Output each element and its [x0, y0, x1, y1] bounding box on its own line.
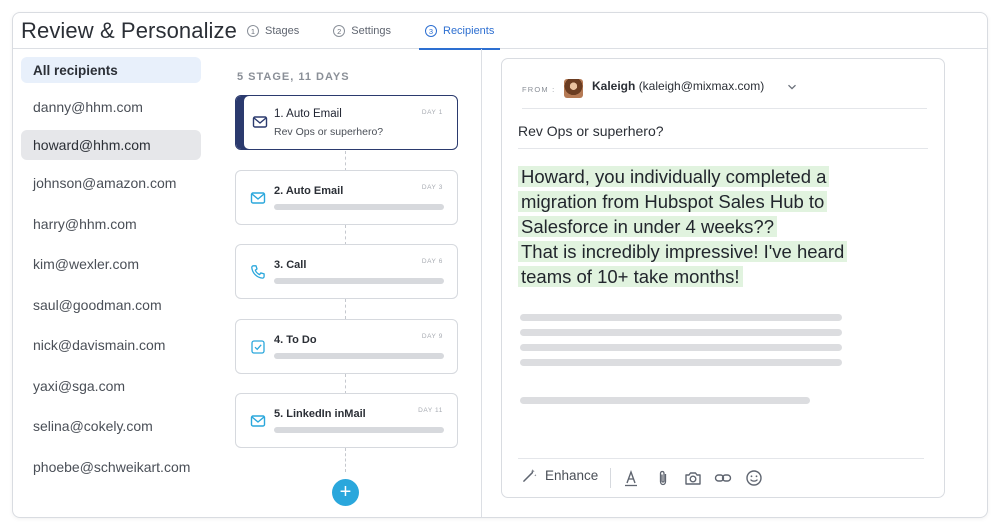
stage-day: DAY 1: [421, 109, 443, 116]
recipient-item[interactable]: johnson@amazon.com: [21, 169, 201, 197]
stage-day: DAY 9: [421, 333, 443, 340]
link-icon[interactable]: [714, 469, 732, 487]
avatar: [564, 79, 583, 98]
stage-connector: [345, 374, 346, 394]
from-label: FROM :: [522, 85, 556, 94]
mail-icon: [250, 415, 266, 427]
editor-toolbar: Enhance: [518, 458, 924, 494]
placeholder-line: [520, 329, 842, 336]
body-line: Salesforce in under 4 weeks??: [518, 216, 777, 237]
stage-connector: [345, 225, 346, 245]
stage-column: 5 STAGE, 11 DAYS 1. Auto Email Rev Ops o…: [231, 57, 461, 506]
add-stage-button[interactable]: +: [332, 479, 359, 506]
tab-label: Stages: [265, 25, 300, 37]
recipient-item-selected[interactable]: howard@hhm.com: [21, 130, 201, 160]
camera-icon[interactable]: [684, 469, 702, 487]
stage-card-1[interactable]: 1. Auto Email Rev Ops or superhero? DAY …: [235, 95, 458, 150]
placeholder-bar: [274, 353, 444, 359]
stage-day: DAY 6: [421, 258, 443, 265]
body-line: That is incredibly impressive! I've hear…: [518, 241, 848, 262]
paperclip-icon[interactable]: [654, 469, 672, 487]
tab-recipients[interactable]: 3 Recipients: [418, 13, 501, 50]
mail-icon: [252, 116, 268, 128]
tab-settings[interactable]: 2 Settings: [331, 13, 393, 49]
recipient-item[interactable]: kim@wexler.com: [21, 250, 201, 278]
placeholder-bar: [274, 427, 444, 433]
step-number: 1: [247, 25, 259, 37]
stage-subject: Rev Ops or superhero?: [274, 126, 384, 138]
placeholder-line: [520, 314, 842, 321]
email-preview: FROM : Kaleigh (kaleigh@mixmax.com) Rev …: [501, 58, 945, 498]
chevron-down-icon[interactable]: [786, 81, 798, 93]
tab-bar: 1 Stages 2 Settings 3 Recipients: [245, 13, 526, 50]
sender-name: Kaleigh: [592, 79, 636, 93]
stage-day: DAY 11: [418, 407, 443, 414]
stage-title: 1. Auto Email: [274, 108, 342, 120]
recipient-item[interactable]: nick@davismain.com: [21, 331, 201, 359]
header: Review & Personalize 1 Stages 2 Settings…: [13, 13, 987, 50]
placeholder-line: [520, 359, 842, 366]
enhance-button[interactable]: Enhance: [522, 468, 598, 483]
app-window: Review & Personalize 1 Stages 2 Settings…: [12, 12, 988, 518]
stage-connector: [345, 448, 346, 472]
stage-card-4[interactable]: 4. To Do DAY 9: [235, 319, 458, 374]
text-format-icon[interactable]: [622, 469, 640, 487]
placeholder-line: [520, 397, 810, 404]
stage-title: 4. To Do: [274, 334, 317, 346]
stage-day: DAY 3: [421, 184, 443, 191]
phone-icon: [251, 265, 265, 279]
recipient-item[interactable]: yaxi@sga.com: [21, 372, 201, 400]
stage-title: 5. LinkedIn inMail: [274, 408, 366, 420]
emoji-icon[interactable]: [745, 469, 763, 487]
enhance-label: Enhance: [545, 468, 599, 483]
tab-stages[interactable]: 1 Stages: [245, 13, 301, 49]
recipient-item[interactable]: saul@goodman.com: [21, 291, 201, 319]
recipient-item[interactable]: harry@hhm.com: [21, 210, 201, 238]
mail-icon: [250, 192, 266, 204]
stage-connector: [345, 151, 346, 171]
recipient-item[interactable]: phoebe@schweikart.com: [21, 453, 201, 481]
email-body[interactable]: Howard, you individually completed a mig…: [518, 164, 918, 289]
stage-title: 2. Auto Email: [274, 185, 344, 197]
from-row: FROM : Kaleigh (kaleigh@mixmax.com): [522, 75, 927, 109]
tab-label: Recipients: [443, 25, 495, 37]
recipient-item[interactable]: danny@hhm.com: [21, 93, 201, 121]
placeholder-bar: [274, 204, 444, 210]
step-number: 2: [333, 25, 346, 37]
step-number: 3: [425, 25, 437, 37]
recipient-list: All recipients danny@hhm.com howard@hhm.…: [21, 57, 201, 493]
stage-card-5[interactable]: 5. LinkedIn inMail DAY 11: [235, 393, 458, 448]
toolbar-separator: [610, 468, 611, 488]
placeholder-bar: [274, 278, 444, 284]
body-line: teams of 10+ take months!: [518, 266, 743, 287]
stage-card-3[interactable]: 3. Call DAY 6: [235, 244, 458, 299]
stage-title: 3. Call: [274, 259, 307, 271]
sender-email: (kaleigh@mixmax.com): [638, 79, 765, 93]
stage-connector: [345, 299, 346, 319]
panel-divider: [481, 49, 482, 517]
email-subject[interactable]: Rev Ops or superhero?: [518, 123, 928, 149]
placeholder-line: [520, 344, 842, 351]
all-recipients-item[interactable]: All recipients: [21, 57, 201, 83]
recipient-item[interactable]: selina@cokely.com: [21, 412, 201, 440]
page-title: Review & Personalize: [21, 18, 237, 43]
stage-summary: 5 STAGE, 11 DAYS: [237, 71, 350, 83]
sender[interactable]: Kaleigh (kaleigh@mixmax.com): [592, 79, 764, 93]
body-line: migration from Hubspot Sales Hub to: [518, 191, 828, 212]
checkbox-icon: [251, 340, 265, 354]
tab-label: Settings: [351, 25, 391, 37]
magic-wand-icon: [523, 469, 537, 482]
stage-card-2[interactable]: 2. Auto Email DAY 3: [235, 170, 458, 225]
body-line: Howard, you individually completed a: [518, 166, 830, 187]
